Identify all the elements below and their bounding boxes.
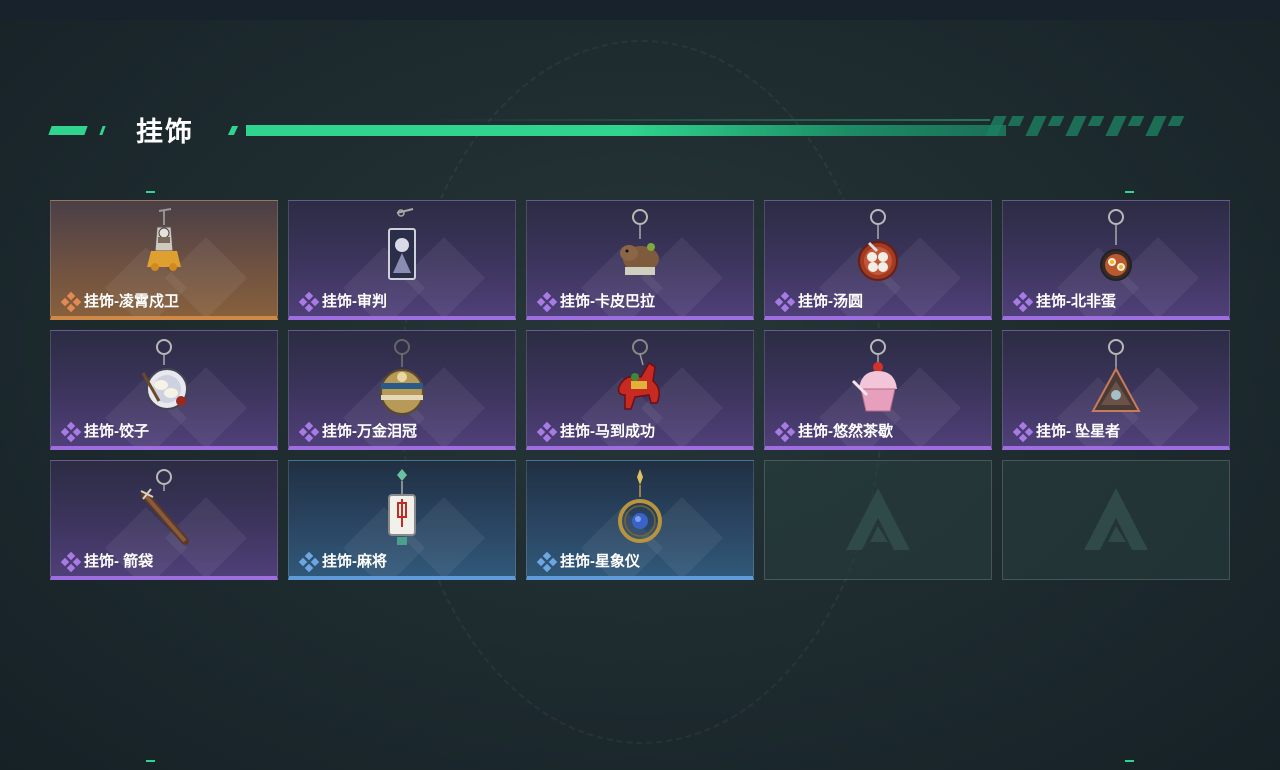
capybara-charm-icon <box>620 209 659 275</box>
header-accent-bar <box>48 126 88 135</box>
charm-name: 挂饰-卡皮巴拉 <box>560 293 655 310</box>
charm-name: 挂饰-马到成功 <box>560 423 655 440</box>
game-logo-icon <box>1084 488 1148 550</box>
charm-card[interactable]: 挂饰-卡皮巴拉 <box>526 200 754 320</box>
header-accent-bar <box>227 126 239 135</box>
charm-card[interactable]: 挂饰-汤圆 <box>764 200 992 320</box>
rarity-diamond-icon <box>536 291 558 313</box>
corner-marker <box>1125 760 1134 762</box>
rarity-diamond-icon <box>536 421 558 443</box>
triangle-emblem-charm-icon <box>1091 339 1141 412</box>
rarity-diamond-icon <box>1012 291 1034 313</box>
charm-name: 挂饰-星象仪 <box>560 553 640 570</box>
charm-card[interactable]: 挂饰-万金泪冠 <box>288 330 516 450</box>
charm-name: 挂饰- 箭袋 <box>84 553 154 570</box>
charm-card[interactable]: 挂饰-悠然茶歇 <box>764 330 992 450</box>
charm-name: 挂饰-汤圆 <box>798 293 863 310</box>
cupcake-charm-icon <box>851 339 897 412</box>
dumpling-charm-icon <box>141 339 188 410</box>
charm-card[interactable]: 挂饰-北非蛋 <box>1002 200 1230 320</box>
tangyuan-charm-icon <box>858 209 898 281</box>
corner-marker <box>146 760 155 762</box>
card-charm-icon <box>388 208 416 280</box>
charm-name: 挂饰- 坠星者 <box>1036 423 1121 440</box>
corner-marker <box>1125 191 1134 193</box>
charm-name: 挂饰-饺子 <box>84 423 149 440</box>
mahjong-tile-charm-icon <box>388 469 416 545</box>
rarity-diamond-icon <box>60 421 82 443</box>
header-thin-line <box>420 119 990 121</box>
rarity-diamond-icon <box>298 291 320 313</box>
charm-card[interactable]: 挂饰-星象仪 <box>526 460 754 580</box>
empty-slot[interactable] <box>764 460 992 580</box>
crown-charm-icon <box>380 339 424 415</box>
rarity-diamond-icon <box>298 421 320 443</box>
horse-charm-icon <box>617 339 660 410</box>
charm-card[interactable]: 挂饰-马到成功 <box>526 330 754 450</box>
quiver-charm-icon <box>140 469 189 545</box>
section-header: 挂饰 <box>0 100 1280 160</box>
top-bar <box>0 0 1280 20</box>
charm-grid: 挂饰-凌霄戍卫 挂饰-审判 挂饰-卡皮巴拉 挂饰-汤圆 挂饰-北非蛋 挂饰-饺子… <box>50 200 1230 580</box>
rarity-diamond-icon <box>774 421 796 443</box>
charm-card[interactable]: 挂饰-饺子 <box>50 330 278 450</box>
astrolabe-charm-icon <box>618 469 662 543</box>
guard-charm-icon <box>147 208 181 271</box>
section-title: 挂饰 <box>136 117 194 147</box>
charm-card[interactable]: 挂饰- 箭袋 <box>50 460 278 580</box>
charm-name: 挂饰-凌霄戍卫 <box>84 293 179 310</box>
egg-dish-charm-icon <box>1100 209 1132 281</box>
charm-name: 挂饰-悠然茶歇 <box>798 423 893 440</box>
charm-name: 挂饰-北非蛋 <box>1036 293 1116 310</box>
charm-card[interactable]: 挂饰- 坠星者 <box>1002 330 1230 450</box>
charm-name: 挂饰-麻将 <box>322 553 387 570</box>
rarity-diamond-icon <box>1012 421 1034 443</box>
rarity-diamond-icon <box>60 551 82 573</box>
corner-marker <box>146 191 155 193</box>
empty-slot[interactable] <box>1002 460 1230 580</box>
game-logo-icon <box>846 488 910 550</box>
charm-card[interactable]: 挂饰-凌霄戍卫 <box>50 200 278 320</box>
charm-name: 挂饰-万金泪冠 <box>322 423 417 440</box>
rarity-diamond-icon <box>298 551 320 573</box>
charm-card[interactable]: 挂饰-麻将 <box>288 460 516 580</box>
charm-name: 挂饰-审判 <box>322 293 387 310</box>
rarity-diamond-icon <box>774 291 796 313</box>
header-checker-decoration <box>985 116 1200 136</box>
charm-card[interactable]: 挂饰-审判 <box>288 200 516 320</box>
rarity-diamond-icon <box>60 291 82 313</box>
rarity-diamond-icon <box>536 551 558 573</box>
header-accent-bar <box>99 126 106 135</box>
header-accent-line <box>246 125 1006 136</box>
